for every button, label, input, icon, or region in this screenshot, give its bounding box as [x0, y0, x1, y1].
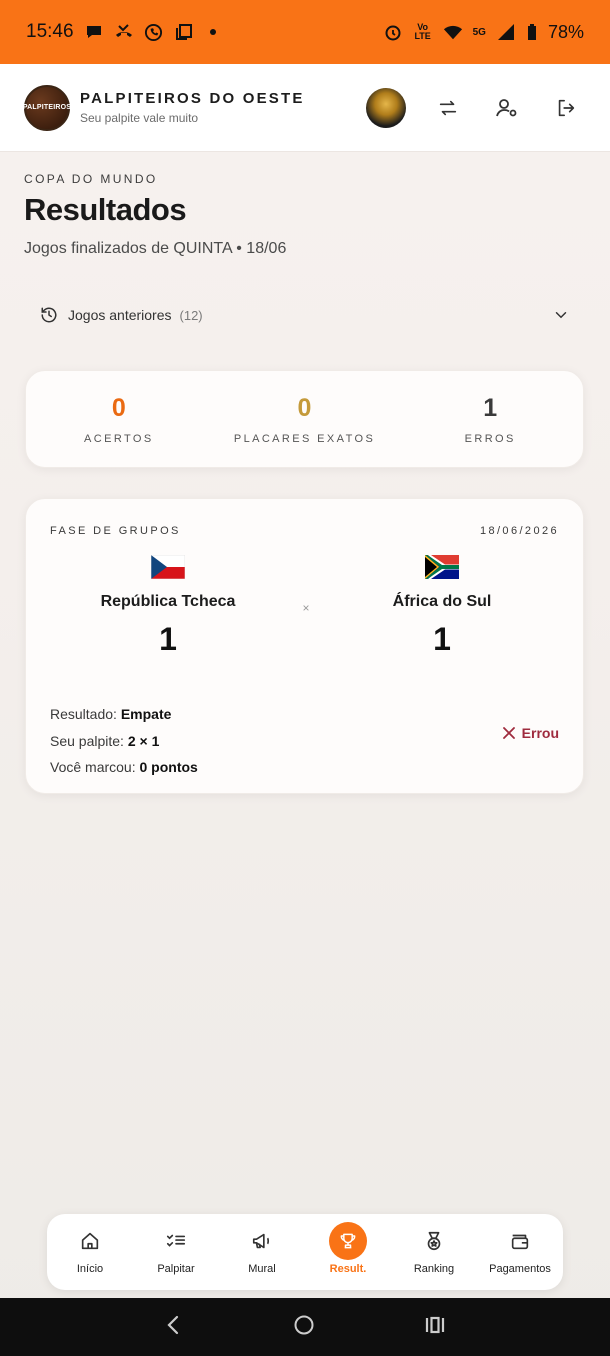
guess-line: Seu palpite: 2 × 1 — [50, 728, 198, 755]
stat-exact-value: 0 — [297, 393, 312, 422]
guess-value: 2 × 1 — [127, 732, 160, 749]
nav-label-mural: Mural — [248, 1263, 276, 1275]
nav-item-inicio[interactable]: Início — [47, 1214, 133, 1290]
page-title: Resultados — [24, 192, 187, 227]
chat-icon — [84, 22, 104, 42]
battery-level: 78% — [547, 21, 584, 42]
close-icon — [502, 727, 515, 739]
app-title: PALPITEIROS DO OESTE — [80, 90, 305, 107]
nav-label-ranking: Ranking — [413, 1263, 455, 1275]
home-team: República Tcheca 1 — [68, 555, 268, 658]
back-button[interactable] — [164, 1314, 184, 1341]
points-line: Você marcou: 0 pontos — [50, 754, 198, 781]
previous-games-label: Jogos anteriores — [68, 307, 172, 323]
medal-icon — [421, 1228, 447, 1254]
stat-exact-label: PLACARES EXATOS — [233, 432, 376, 445]
checklist-icon — [163, 1228, 189, 1254]
bottom-nav: Início Palpitar Mural Result. Ranking Pa… — [47, 1214, 563, 1290]
battery-icon — [526, 22, 538, 42]
volte-icon: Vo LTE — [414, 22, 431, 41]
stats-card: 0 ACERTOS 0 PLACARES EXATOS 1 ERROS — [25, 370, 584, 468]
signal-icon — [496, 22, 516, 42]
guess-status-badge: Errou — [502, 725, 559, 741]
guess-status-text: Errou — [521, 725, 559, 741]
nav-item-pagamentos[interactable]: Pagamentos — [477, 1214, 563, 1290]
user-avatar[interactable] — [366, 87, 406, 128]
result-value: Empate — [120, 706, 172, 722]
page-subtitle: Jogos finalizados de QUINTA • 18/06 — [24, 240, 287, 257]
nav-item-ranking[interactable]: Ranking — [391, 1214, 477, 1290]
points-label: Você marcou: — [50, 759, 136, 775]
guess-label: Seu palpite: — [50, 732, 124, 749]
chevron-down-icon — [555, 312, 567, 319]
home-system-button[interactable] — [293, 1314, 315, 1341]
back-icon — [167, 1315, 179, 1334]
app-logo: PALPITEIROS — [23, 84, 71, 131]
result-line: Resultado: Empate — [50, 701, 198, 728]
points-value: 0 pontos — [139, 759, 198, 775]
home-team-name: República Tcheca — [100, 593, 236, 610]
recents-icon — [425, 1316, 444, 1333]
nav-label-pagamentos: Pagamentos — [489, 1263, 551, 1275]
copy-icon — [174, 22, 194, 42]
nav-label-result: Result. — [329, 1263, 367, 1275]
logout-button[interactable] — [546, 88, 586, 128]
trophy-icon — [329, 1222, 367, 1260]
app-subtitle: Seu palpite vale muito — [80, 111, 199, 125]
match-date: 18/06/2026 — [479, 525, 559, 537]
previous-games-count: (12) — [179, 307, 203, 323]
nav-item-mural[interactable]: Mural — [219, 1214, 305, 1290]
profile-settings-button[interactable] — [487, 88, 527, 128]
wifi-icon — [443, 22, 463, 42]
czech-flag-icon — [151, 555, 185, 579]
stat-hits-label: ACERTOS — [84, 432, 154, 445]
nav-item-palpitar[interactable]: Palpitar — [133, 1214, 219, 1290]
switch-button[interactable] — [428, 88, 468, 128]
missed-call-icon — [114, 22, 134, 42]
stat-hits-value: 0 — [111, 393, 126, 422]
nav-label-inicio: Início — [76, 1263, 104, 1275]
south-africa-flag-icon — [425, 555, 459, 579]
match-header: FASE DE GRUPOS 18/06/2026 — [50, 525, 559, 537]
logout-icon — [558, 99, 575, 116]
home-team-score: 1 — [159, 621, 177, 657]
status-time: 15:46 — [26, 21, 74, 42]
stat-errors-label: ERROS — [464, 432, 516, 445]
previous-games-toggle[interactable]: Jogos anteriores (12) — [40, 300, 570, 330]
match-phase: FASE DE GRUPOS — [50, 525, 181, 537]
network-label: 5G — [472, 26, 486, 38]
stat-errors: 1 ERROS — [397, 371, 583, 467]
alarm-icon — [383, 22, 403, 42]
whatsapp-icon — [144, 22, 164, 42]
nav-label-palpitar: Palpitar — [157, 1263, 195, 1275]
app-header: PALPITEIROS PALPITEIROS DO OESTE Seu pal… — [0, 64, 610, 152]
nav-item-result[interactable]: Result. — [305, 1214, 391, 1290]
match-details: Resultado: Empate Seu palpite: 2 × 1 Voc… — [50, 701, 198, 781]
system-nav-bar — [0, 1298, 610, 1356]
home-icon — [77, 1228, 103, 1254]
home-circle-icon — [294, 1315, 314, 1334]
megaphone-icon — [249, 1228, 275, 1254]
swap-icon — [439, 100, 457, 115]
history-icon — [41, 307, 57, 323]
away-team-name: África do Sul — [392, 593, 492, 610]
recents-button[interactable] — [424, 1315, 446, 1340]
away-team: África do Sul 1 — [342, 555, 542, 658]
stat-exact: 0 PLACARES EXATOS — [212, 371, 398, 467]
notification-dot — [209, 29, 216, 35]
brand: PALPITEIROS DO OESTE Seu palpite vale mu… — [80, 90, 366, 125]
status-bar: 15:46 Vo LTE 5G 78% — [0, 0, 610, 64]
result-label: Resultado: — [50, 706, 117, 722]
versus-separator: × — [302, 601, 310, 615]
stat-hits: 0 ACERTOS — [26, 371, 212, 467]
wallet-icon — [507, 1228, 533, 1254]
away-team-score: 1 — [433, 621, 451, 657]
match-card: FASE DE GRUPOS 18/06/2026 República Tche… — [25, 498, 584, 794]
page-kicker: COPA DO MUNDO — [24, 172, 158, 186]
stat-errors-value: 1 — [483, 393, 498, 422]
user-gear-icon — [496, 98, 517, 116]
